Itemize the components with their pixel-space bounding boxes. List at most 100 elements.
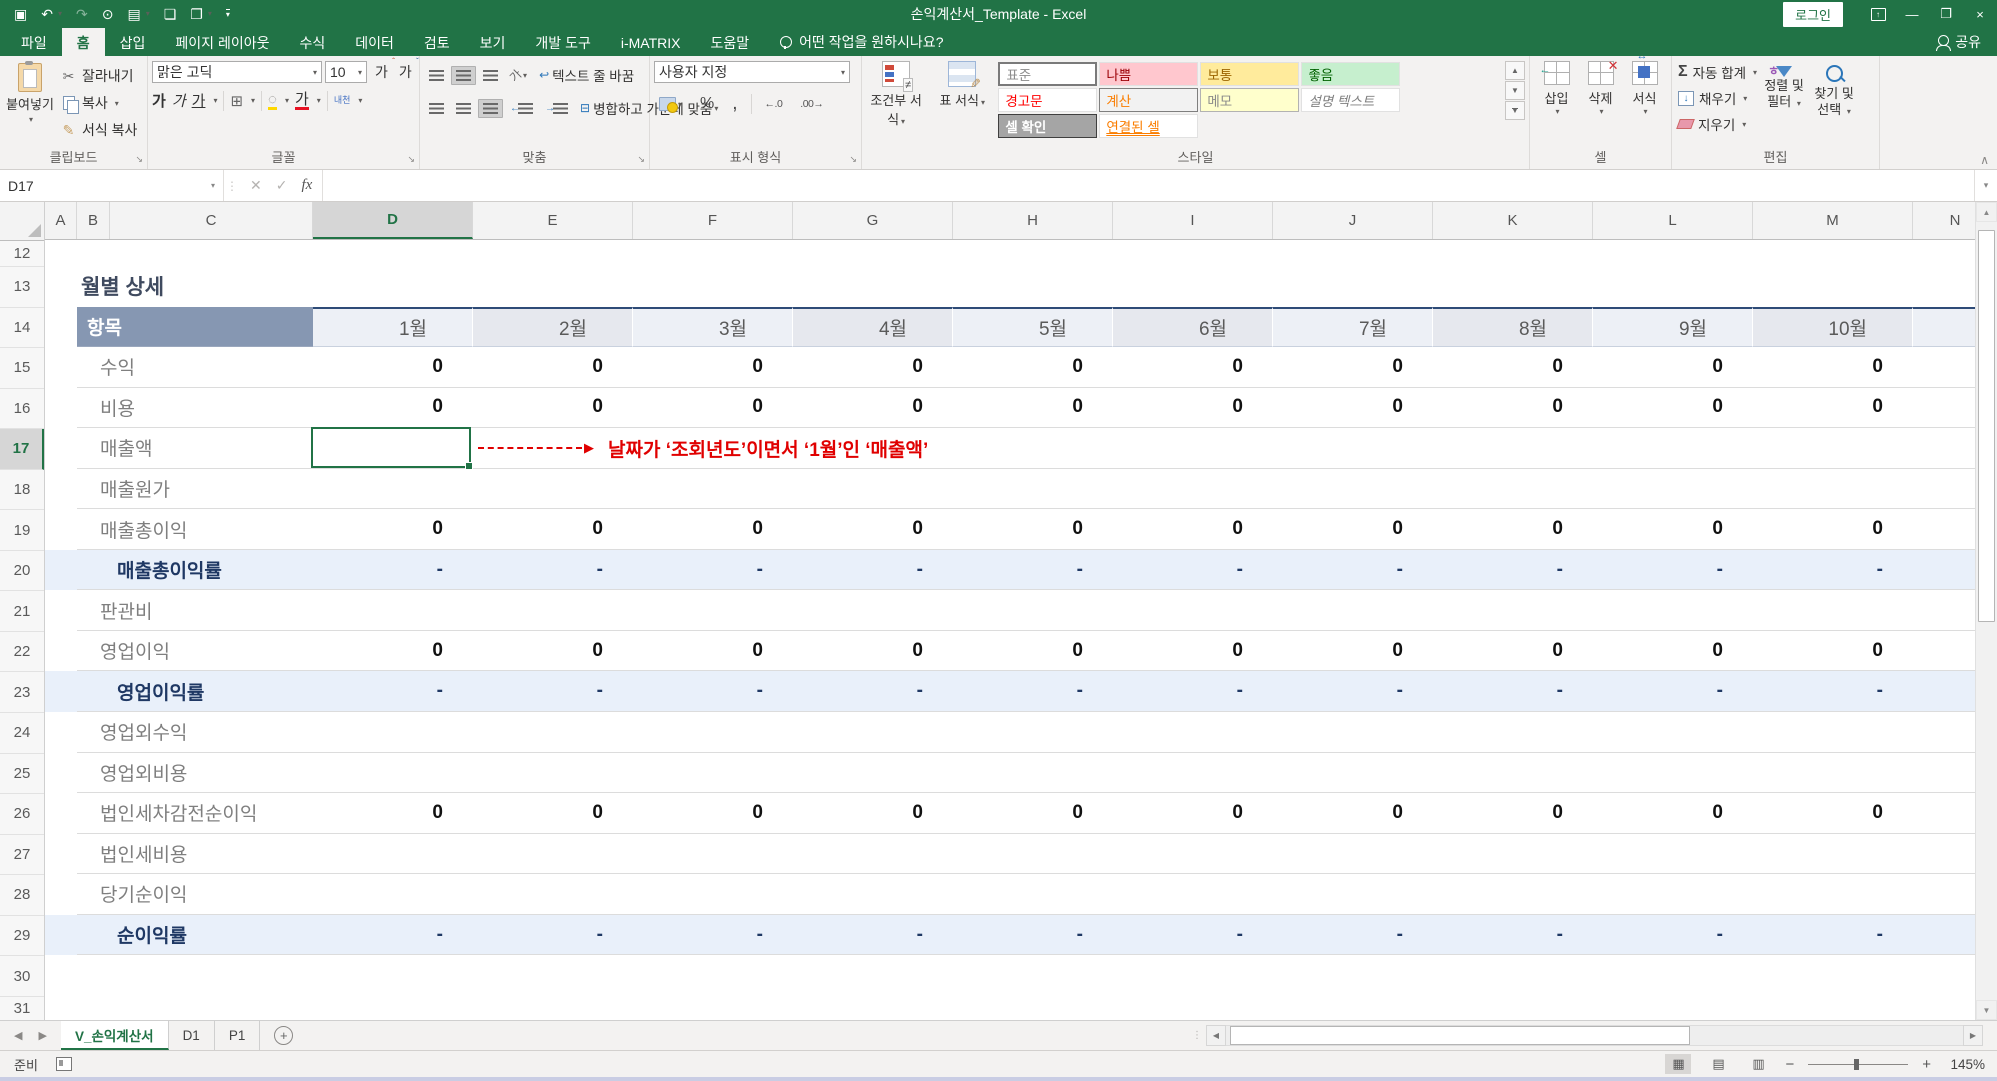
restore-button[interactable]: ❐	[1929, 0, 1963, 28]
cell-r29-m8[interactable]: -	[1433, 915, 1593, 956]
fill-color-button[interactable]: ◌	[268, 92, 277, 110]
style-warning-text[interactable]: 경고문	[998, 88, 1097, 112]
cell-r25-m10[interactable]	[1753, 753, 1913, 794]
clear-button[interactable]: 지우기▾	[1676, 113, 1759, 135]
cell-r24-m2[interactable]	[473, 712, 633, 753]
delete-cells-button[interactable]: 삭제▾	[1581, 61, 1621, 116]
cell-r26-m8[interactable]: 0	[1433, 793, 1593, 834]
cell-r24-m4[interactable]	[793, 712, 953, 753]
ribbon-tab-data[interactable]: 데이터	[340, 28, 409, 56]
cell-r22-m2[interactable]: 0	[473, 631, 633, 672]
row-label-29[interactable]: 순이익률	[77, 915, 313, 956]
clipboard-dialog-launcher[interactable]: ↘	[135, 154, 143, 165]
cell-A27[interactable]	[45, 834, 77, 875]
scroll-left-icon[interactable]: ◀	[1206, 1025, 1226, 1046]
cell-r15-m7[interactable]: 0	[1273, 347, 1433, 388]
row-header-19[interactable]: 19	[0, 510, 44, 551]
cell-r28-m8[interactable]	[1433, 874, 1593, 915]
column-header-I[interactable]: I	[1113, 202, 1273, 239]
horizontal-scrollbar[interactable]: ◀ ▶	[1206, 1025, 1983, 1046]
scroll-down-icon[interactable]: ▼	[1976, 1000, 1997, 1020]
gallery-more-button[interactable]: ▼	[1505, 101, 1525, 120]
redo-icon[interactable]: ↷	[76, 7, 88, 21]
sheet-tab-V_손익계산서[interactable]: V_손익계산서	[61, 1021, 169, 1050]
fill-button[interactable]: ↓채우기▾	[1676, 87, 1759, 109]
cell-r17-m6[interactable]	[1113, 428, 1273, 469]
cell-r17-m5[interactable]	[953, 428, 1113, 469]
cell-r22-m8[interactable]: 0	[1433, 631, 1593, 672]
style-check-cell[interactable]: 셀 확인	[998, 114, 1097, 138]
cell-r16-m7[interactable]: 0	[1273, 388, 1433, 429]
normal-view-button[interactable]: ▦	[1665, 1054, 1691, 1074]
cell-r21-m1[interactable]	[313, 590, 473, 631]
zoom-slider-thumb[interactable]	[1854, 1059, 1859, 1070]
ribbon-tab-help[interactable]: 도움말	[695, 28, 764, 56]
cell-r19-m3[interactable]: 0	[633, 509, 793, 550]
cell-r19-m1[interactable]: 0	[313, 509, 473, 550]
cancel-icon[interactable]: ✕	[250, 177, 262, 194]
cell-r17-m8[interactable]	[1433, 428, 1593, 469]
cell-r24-m3[interactable]	[633, 712, 793, 753]
cell-r24-m10[interactable]	[1753, 712, 1913, 753]
tab-scroll-splitter[interactable]: ⋮	[1192, 1021, 1202, 1050]
row-label-28[interactable]: 당기순이익	[77, 874, 313, 915]
sort-filter-button[interactable]: 정렬 및 필터 ▾	[1759, 61, 1809, 135]
cell-A13[interactable]	[45, 266, 77, 307]
cell-r21-m9[interactable]	[1593, 590, 1753, 631]
cell-r28-m9[interactable]	[1593, 874, 1753, 915]
style-neutral[interactable]: 보통	[1200, 62, 1299, 86]
cell-r21-m2[interactable]	[473, 590, 633, 631]
cell-r28-m1[interactable]	[313, 874, 473, 915]
cell-r27-m8[interactable]	[1433, 834, 1593, 875]
cell-A19[interactable]	[45, 509, 77, 550]
cell-r23-m6[interactable]: -	[1113, 671, 1273, 712]
accounting-format-button[interactable]: ▾	[654, 93, 687, 115]
copy-button[interactable]: 복사▾	[56, 91, 141, 115]
style-calculation[interactable]: 계산	[1099, 88, 1198, 112]
fill-handle[interactable]	[465, 462, 473, 470]
row-header-21[interactable]: 21	[0, 591, 44, 632]
cell-r16-m6[interactable]: 0	[1113, 388, 1273, 429]
cell-A31[interactable]	[45, 996, 77, 1020]
cell-r19-m5[interactable]: 0	[953, 509, 1113, 550]
cell-r28-m2[interactable]	[473, 874, 633, 915]
row-header-31[interactable]: 31	[0, 997, 44, 1021]
cell-r24-m9[interactable]	[1593, 712, 1753, 753]
switch-windows-dropdown-icon[interactable]: ▾	[208, 10, 212, 18]
cell-r27-m1[interactable]	[313, 834, 473, 875]
cell-r15-m2[interactable]: 0	[473, 347, 633, 388]
column-header-B[interactable]: B	[77, 202, 110, 239]
cell-A30[interactable]	[45, 955, 77, 996]
paste-special-icon[interactable]: ▤	[127, 7, 140, 21]
align-left-button[interactable]	[424, 99, 449, 118]
save-icon[interactable]: ▣	[14, 7, 27, 21]
month-header-4[interactable]: 4월	[793, 307, 953, 348]
cell-A21[interactable]	[45, 590, 77, 631]
page-break-view-button[interactable]: ▥	[1745, 1054, 1771, 1074]
cell-r15-m10[interactable]: 0	[1753, 347, 1913, 388]
row-header-12[interactable]: 12	[0, 241, 44, 267]
column-header-G[interactable]: G	[793, 202, 953, 239]
wrap-text-button[interactable]: ↩텍스트 줄 바꿈	[534, 61, 639, 89]
cell-r18-m3[interactable]	[633, 469, 793, 510]
cell-r29-m4[interactable]: -	[793, 915, 953, 956]
underline-button[interactable]: 가	[192, 90, 206, 111]
autosum-button[interactable]: Σ자동 합계▾	[1676, 61, 1759, 83]
borders-dropdown-icon[interactable]: ▾	[251, 96, 255, 105]
bold-button[interactable]: 가	[152, 90, 166, 111]
column-header-K[interactable]: K	[1433, 202, 1593, 239]
cell-r21-m4[interactable]	[793, 590, 953, 631]
italic-button[interactable]: 가	[172, 90, 186, 111]
borders-button[interactable]: ⊞	[230, 92, 243, 110]
row-label-21[interactable]: 판관비	[77, 590, 313, 631]
cell-r16-m4[interactable]: 0	[793, 388, 953, 429]
cell-r25-m8[interactable]	[1433, 753, 1593, 794]
camera-icon[interactable]: ⊙	[102, 7, 114, 21]
row-header-24[interactable]: 24	[0, 713, 44, 754]
row-label-18[interactable]: 매출원가	[77, 469, 313, 510]
table-header-label[interactable]: 항목	[77, 307, 313, 348]
cell-r16-m8[interactable]: 0	[1433, 388, 1593, 429]
cell-r18-m6[interactable]	[1113, 469, 1273, 510]
customize-qat-icon[interactable]: ▾	[226, 9, 230, 19]
cell-r28-m5[interactable]	[953, 874, 1113, 915]
